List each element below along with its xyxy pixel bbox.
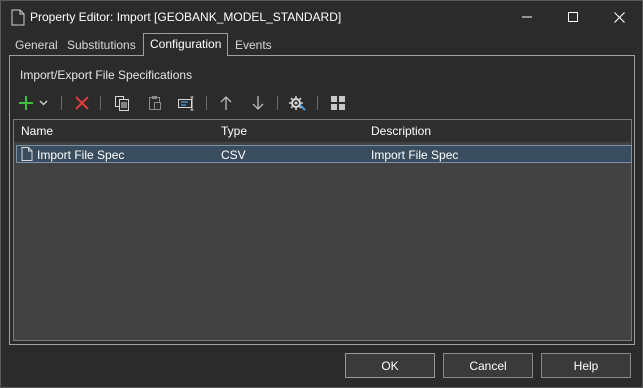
section-title: Import/Export File Specifications — [20, 68, 193, 82]
minimize-icon — [522, 16, 532, 18]
delete-icon — [75, 96, 89, 110]
move-down-button[interactable] — [248, 92, 268, 114]
tab-general[interactable]: General — [15, 36, 58, 55]
cancel-button[interactable]: Cancel — [443, 353, 533, 378]
title-bar[interactable]: Property Editor: Import [GEOBANK_MODEL_S… — [1, 1, 642, 33]
copy-button[interactable] — [112, 92, 132, 114]
tab-configuration[interactable]: Configuration — [143, 33, 229, 56]
dropdown-arrow-icon — [39, 100, 47, 106]
configuration-panel: Import/Export File Specifications Name T… — [9, 55, 635, 345]
ok-button[interactable]: OK — [345, 353, 435, 378]
column-header-description[interactable]: Description — [371, 124, 431, 138]
close-button[interactable] — [596, 1, 642, 33]
configure-button[interactable] — [288, 92, 308, 114]
row-description: Import File Spec — [371, 148, 459, 162]
move-down-icon — [252, 96, 264, 110]
delete-button[interactable] — [72, 92, 92, 114]
toolbar-separator — [277, 96, 278, 110]
window-title: Property Editor: Import [GEOBANK_MODEL_S… — [30, 10, 342, 24]
grid-view-icon — [331, 96, 345, 110]
toolbar-separator — [206, 96, 207, 110]
toolbar — [10, 92, 630, 114]
configure-icon — [289, 96, 306, 111]
move-up-icon — [220, 96, 232, 110]
copy-icon — [115, 96, 129, 111]
paste-icon — [149, 96, 161, 110]
toolbar-separator — [61, 96, 62, 110]
row-type: CSV — [221, 148, 246, 162]
add-icon — [19, 96, 33, 110]
add-dropdown-button[interactable] — [36, 92, 50, 114]
add-button[interactable] — [16, 92, 36, 114]
grid-view-button[interactable] — [328, 92, 348, 114]
tab-events[interactable]: Events — [235, 36, 272, 55]
close-icon — [613, 11, 625, 23]
file-icon — [21, 147, 33, 161]
paste-button[interactable] — [145, 92, 165, 114]
maximize-button[interactable] — [550, 1, 596, 33]
list-header: Name Type Description — [14, 120, 631, 142]
maximize-icon — [568, 12, 578, 22]
toolbar-separator — [100, 96, 101, 110]
rename-icon — [178, 96, 194, 111]
tab-strip: General Substitutions Configuration Even… — [9, 33, 635, 56]
row-name: Import File Spec — [37, 148, 125, 162]
column-header-name[interactable]: Name — [21, 124, 53, 138]
toolbar-separator — [317, 96, 318, 110]
list-item[interactable]: Import File Spec CSV Import File Spec — [16, 145, 632, 163]
move-up-button[interactable] — [216, 92, 236, 114]
help-button[interactable]: Help — [541, 353, 631, 378]
document-icon — [11, 9, 25, 26]
tab-substitutions[interactable]: Substitutions — [67, 36, 136, 55]
minimize-button[interactable] — [504, 1, 550, 33]
file-spec-list[interactable]: Name Type Description Import File Spec C… — [13, 119, 632, 341]
property-editor-window: Property Editor: Import [GEOBANK_MODEL_S… — [0, 0, 643, 388]
column-header-type[interactable]: Type — [221, 124, 247, 138]
rename-button[interactable] — [176, 92, 196, 114]
